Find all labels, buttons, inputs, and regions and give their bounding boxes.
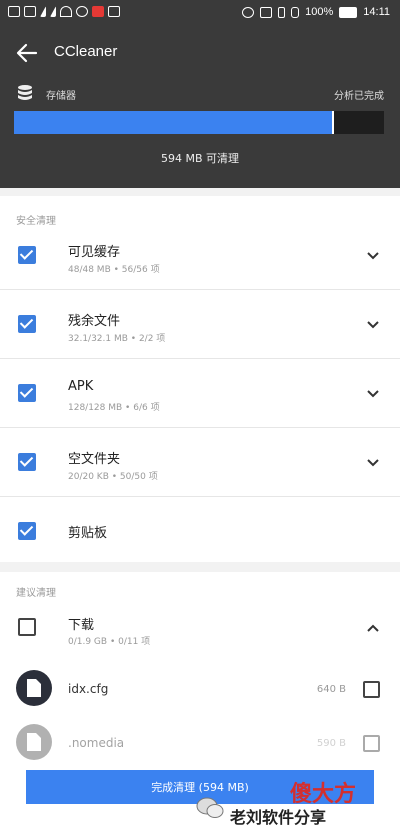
list-item-empty-folders[interactable]: 空文件夹 20/20 KB • 50/50 项 (0, 429, 400, 497)
chevron-up-icon[interactable] (366, 623, 380, 633)
safe-clean-section: 安全清理 可见缓存 48/48 MB • 56/56 项 残余文件 32.1/3… (0, 196, 400, 562)
app-icon (76, 6, 88, 17)
checkbox[interactable] (18, 522, 36, 540)
sim-icon (24, 6, 36, 17)
storage-progress-marker (332, 111, 335, 134)
list-item-visible-cache[interactable]: 可见缓存 48/48 MB • 56/56 项 (0, 222, 400, 290)
list-item-clipboard[interactable]: 剪贴板 (0, 498, 400, 566)
clock: 14:11 (363, 6, 390, 18)
item-subtitle: 48/48 MB • 56/56 项 (68, 265, 160, 275)
storage-progress-bar (14, 111, 384, 134)
notification-icon (8, 6, 20, 17)
item-title: APK (68, 379, 94, 394)
checkbox[interactable] (18, 315, 36, 333)
analysis-status: 分析已完成 (334, 91, 384, 102)
app-icon (108, 6, 120, 17)
item-title: 残余文件 (68, 314, 121, 329)
bluetooth-icon (291, 6, 300, 18)
list-item-downloads[interactable]: 下载 0/1.9 GB • 0/11 项 (0, 596, 400, 664)
file-name: idx.cfg (68, 682, 109, 696)
signal-icon (50, 6, 56, 17)
checkbox[interactable] (18, 246, 36, 264)
signal-icon (40, 6, 46, 17)
wifi-icon (60, 6, 72, 17)
item-title: 下载 (68, 618, 95, 633)
file-checkbox[interactable] (363, 681, 380, 698)
checkbox[interactable] (18, 384, 36, 402)
file-checkbox[interactable] (363, 735, 380, 752)
watermark-subtitle: 老刘软件分享 (230, 808, 327, 827)
storage-row: 存储器 分析已完成 (16, 84, 384, 102)
header: 100% 14:11 CCleaner 存储器 分析已完成 594 MB 可清理 (0, 0, 400, 188)
battery-icon (339, 6, 358, 18)
chevron-down-icon[interactable] (366, 320, 380, 330)
app-bar: CCleaner (0, 30, 400, 76)
storage-label: 存储器 (46, 91, 76, 102)
item-title: 可见缓存 (68, 245, 121, 260)
page-title: CCleaner (54, 43, 118, 60)
list-item-residual-files[interactable]: 残余文件 32.1/32.1 MB • 2/2 项 (0, 291, 400, 359)
app-icon (92, 6, 104, 17)
wechat-icon (196, 797, 224, 818)
battery-text: 100% (305, 6, 334, 18)
item-subtitle: 128/128 MB • 6/6 项 (68, 403, 160, 413)
item-subtitle: 0/1.9 GB • 0/11 项 (68, 637, 151, 647)
status-bar: 100% 14:11 (0, 0, 400, 26)
cleanable-amount: 594 MB 可清理 (160, 152, 240, 165)
watermark: 傻大方 老刘软件分享 (192, 774, 392, 830)
chevron-down-icon[interactable] (366, 251, 380, 261)
file-size: 640 B (316, 684, 346, 695)
database-icon (18, 85, 32, 100)
alarm-icon (242, 6, 255, 18)
vibrate-icon (278, 6, 286, 18)
back-arrow-icon[interactable] (16, 42, 38, 64)
file-name: .nomedia (68, 736, 125, 750)
nfc-icon (260, 6, 273, 18)
item-title: 空文件夹 (68, 452, 121, 467)
item-subtitle: 20/20 KB • 50/50 项 (68, 472, 158, 482)
file-icon (16, 670, 52, 706)
item-title: 剪贴板 (68, 526, 108, 541)
list-item-apk[interactable]: APK 128/128 MB • 6/6 项 (0, 360, 400, 428)
chevron-down-icon[interactable] (366, 389, 380, 399)
checkbox[interactable] (18, 618, 36, 636)
file-size: 590 B (316, 738, 346, 749)
item-subtitle: 32.1/32.1 MB • 2/2 项 (68, 334, 166, 344)
checkbox[interactable] (18, 453, 36, 471)
chevron-down-icon[interactable] (366, 458, 380, 468)
file-icon (16, 724, 52, 760)
storage-progress-fill (14, 111, 333, 134)
